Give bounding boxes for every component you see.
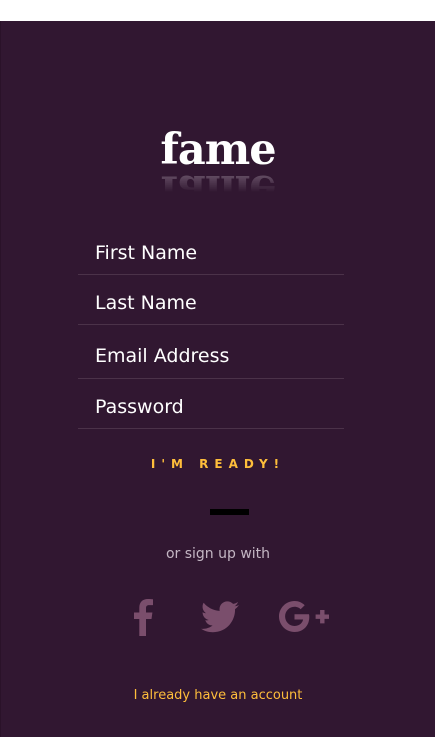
email-input[interactable]	[78, 334, 344, 378]
email-field-wrapper	[78, 334, 344, 379]
twitter-icon	[201, 601, 239, 633]
login-link[interactable]: I already have an account	[1, 688, 435, 703]
or-sign-up-with-label: or sign up with	[165, 546, 271, 562]
divider-bar	[210, 509, 249, 515]
first-name-field-wrapper	[78, 232, 344, 275]
facebook-icon	[134, 599, 153, 636]
logo: fame fame	[1, 127, 435, 213]
signup-screen: fame fame I'M READY! or sign up with I a…	[0, 21, 435, 737]
first-name-input[interactable]	[78, 232, 344, 274]
logo-reflection: fame	[160, 167, 276, 213]
password-input[interactable]	[78, 385, 344, 428]
facebook-button[interactable]	[125, 597, 161, 637]
twitter-button[interactable]	[197, 597, 243, 637]
password-field-wrapper	[78, 385, 344, 429]
last-name-field-wrapper	[78, 282, 344, 325]
last-name-input[interactable]	[78, 282, 344, 324]
im-ready-button[interactable]: I'M READY!	[1, 457, 435, 471]
google-plus-button[interactable]	[276, 597, 332, 637]
google-plus-icon	[279, 601, 329, 632]
